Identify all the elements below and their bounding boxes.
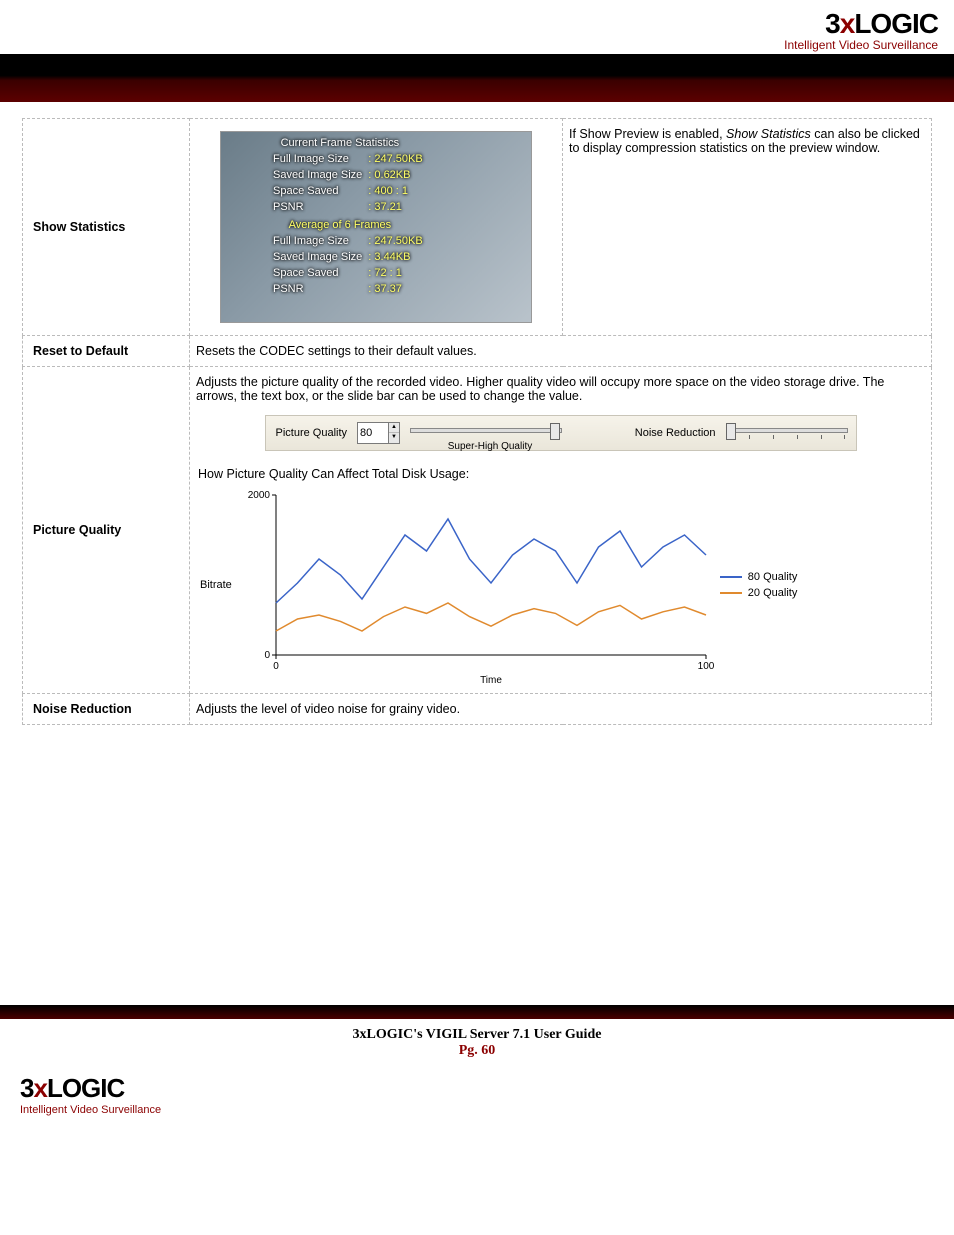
statistics-preview: Current Frame Statistics Full Image Size… — [220, 131, 532, 323]
ov-afull-label: Full Image Size — [273, 234, 366, 248]
logo-rest: LOGIC — [47, 1073, 124, 1103]
pq-slider[interactable]: Super-High Quality — [410, 423, 560, 443]
legend-item: 80 Quality — [720, 571, 798, 583]
ov-apsnr-val: : 37.37 — [368, 282, 426, 296]
svg-text:100: 100 — [697, 661, 714, 672]
pq-label: Picture Quality — [276, 427, 348, 439]
footer-title: 3xLOGIC's VIGIL Server 7.1 User Guide — [353, 1027, 602, 1042]
logo-three: 3 — [20, 1073, 33, 1103]
nr-slider[interactable] — [726, 423, 846, 443]
ov-space-val: : 400 : 1 — [368, 184, 426, 198]
settings-table: Show Statistics Current Frame Statistics… — [22, 118, 932, 725]
row-desc: Adjusts the picture quality of the recor… — [196, 375, 925, 403]
header-band — [0, 54, 954, 102]
logo-tagline: Intelligent Video Surveillance — [784, 38, 938, 52]
footer-logo: 3xLOGIC Intelligent Video Surveillance — [0, 1061, 954, 1126]
header: 3xLOGIC Intelligent Video Surveillance — [0, 0, 954, 54]
line-chart-svg: 0 2000 0 100 Time — [236, 485, 716, 685]
legend-item: 20 Quality — [720, 587, 798, 599]
footer: 3xLOGIC's VIGIL Server 7.1 User Guide Pg… — [0, 1019, 954, 1061]
row-label: Picture Quality — [23, 367, 190, 694]
logo-x: x — [840, 8, 855, 39]
overlay-avg-header: Average of 6 Frames — [251, 218, 429, 232]
ov-aspace-val: : 72 : 1 — [368, 266, 426, 280]
ov-aspace-label: Space Saved — [273, 266, 366, 280]
footer-page: Pg. 60 — [0, 1043, 954, 1059]
ov-psnr-label: PSNR — [273, 200, 366, 214]
stepper-up-icon[interactable]: ▲ — [389, 423, 399, 433]
ov-afull-val: : 247.50KB — [368, 234, 426, 248]
picture-quality-control: Picture Quality ▲▼ Super-High Quality — [265, 415, 857, 451]
chart-legend: 80 Quality 20 Quality — [720, 567, 798, 603]
logo-x: x — [33, 1073, 46, 1103]
desc-pre: If Show Preview is enabled, — [569, 127, 726, 141]
logo-tagline: Intelligent Video Surveillance — [20, 1104, 954, 1116]
ov-psnr-val: : 37.21 — [368, 200, 426, 214]
svg-text:2000: 2000 — [248, 490, 271, 501]
ov-apsnr-label: PSNR — [273, 282, 366, 296]
logo-three: 3 — [825, 8, 840, 39]
table-row-show-statistics: Show Statistics Current Frame Statistics… — [23, 119, 932, 336]
ov-asaved-val: : 3.44KB — [368, 250, 426, 264]
chart-ylabel: Bitrate — [200, 579, 232, 591]
ov-full-val: : 247.50KB — [368, 152, 426, 166]
logo-rest: LOGIC — [854, 8, 938, 39]
chart-intro: How Picture Quality Can Affect Total Dis… — [198, 467, 925, 481]
svg-text:Time: Time — [480, 675, 502, 685]
ov-saved-label: Saved Image Size — [273, 168, 366, 182]
row-desc: If Show Preview is enabled, Show Statist… — [563, 119, 932, 336]
brand-logo: 3xLOGIC Intelligent Video Surveillance — [784, 8, 938, 52]
slider-thumb-icon[interactable] — [550, 423, 560, 440]
table-row-picture-quality: Picture Quality Adjusts the picture qual… — [23, 367, 932, 694]
stepper-down-icon[interactable]: ▼ — [389, 433, 399, 442]
pq-value-input[interactable] — [358, 423, 388, 443]
row-label: Noise Reduction — [23, 694, 190, 725]
svg-text:0: 0 — [264, 650, 270, 661]
svg-text:0: 0 — [273, 661, 279, 672]
bitrate-chart: Bitrate 0 2000 0 100 Time 80 Quality 20 Quali… — [196, 485, 925, 685]
table-row-reset: Reset to Default Resets the CODEC settin… — [23, 336, 932, 367]
ov-space-label: Space Saved — [273, 184, 366, 198]
ov-asaved-label: Saved Image Size — [273, 250, 366, 264]
overlay-current-header: Current Frame Statistics — [251, 136, 429, 150]
row-desc: Adjusts the level of video noise for gra… — [190, 694, 932, 725]
row-label: Show Statistics — [23, 119, 190, 336]
row-desc: Resets the CODEC settings to their defau… — [190, 336, 932, 367]
pq-slider-caption: Super-High Quality — [420, 441, 560, 452]
footer-band — [0, 1005, 954, 1019]
nr-label: Noise Reduction — [635, 427, 716, 439]
quantity-stepper[interactable]: ▲▼ — [357, 422, 400, 444]
ov-saved-val: : 0.62KB — [368, 168, 426, 182]
table-row-noise-reduction: Noise Reduction Adjusts the level of vid… — [23, 694, 932, 725]
desc-em: Show Statistics — [726, 127, 811, 141]
row-label: Reset to Default — [23, 336, 190, 367]
ov-full-label: Full Image Size — [273, 152, 366, 166]
